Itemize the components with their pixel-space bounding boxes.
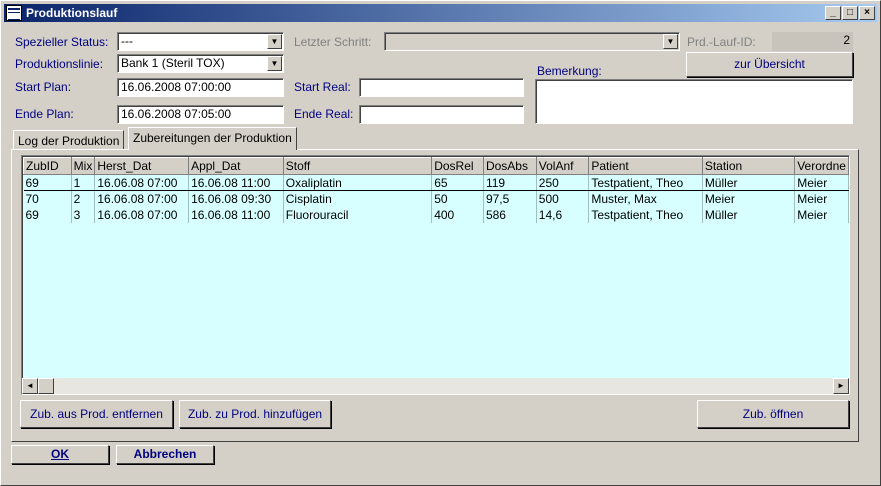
table-header: ZubID Mix Herst_Dat Appl_Dat Stoff DosRe… <box>23 157 849 175</box>
spezieller-status-label: Spezieller Status: <box>15 35 109 49</box>
zubereitungen-grid: ZubID Mix Herst_Dat Appl_Dat Stoff DosRe… <box>21 155 850 395</box>
table-cell: 119 <box>483 174 537 191</box>
table-cell: 16.06.08 09:30 <box>188 190 284 207</box>
table-cell: 65 <box>431 174 484 191</box>
table-cell: Cisplatin <box>283 190 433 207</box>
table-cell: Müller <box>702 206 796 223</box>
ende-real-field[interactable] <box>359 105 524 124</box>
table-cell: Testpatient, Theo <box>588 174 703 191</box>
scroll-thumb[interactable] <box>38 378 54 394</box>
column-header[interactable]: Verordne <box>794 157 849 175</box>
column-header[interactable]: VolAnf <box>535 157 590 175</box>
letzter-schritt-label: Letzter Schritt: <box>294 35 372 49</box>
table-cell: Meier <box>794 206 849 223</box>
form-icon <box>6 5 22 21</box>
table-cell: 250 <box>536 174 590 191</box>
open-zub-button[interactable]: Zub. öffnen <box>697 400 849 428</box>
table-cell: 1 <box>71 174 96 191</box>
spezieller-status-value: --- <box>121 34 133 48</box>
table-cell: Testpatient, Theo <box>588 206 703 223</box>
ende-plan-label: Ende Plan: <box>15 107 74 121</box>
dropdown-arrow-icon[interactable]: ▼ <box>663 34 678 49</box>
zur-uebersicht-button[interactable]: zur Übersicht <box>686 52 853 77</box>
column-header[interactable]: Stoff <box>282 157 433 175</box>
start-plan-field[interactable]: 16.06.2008 07:00:00 <box>117 78 284 97</box>
column-header[interactable]: Herst_Dat <box>94 157 190 175</box>
column-header[interactable]: DosRel <box>431 157 484 175</box>
table-row[interactable]: 70 2 16.06.08 07:00 16.06.08 09:30 Cispl… <box>23 190 849 207</box>
table-cell: 16.06.08 07:00 <box>94 174 190 191</box>
table-cell: Meier <box>702 190 796 207</box>
column-header[interactable]: Mix <box>70 157 96 175</box>
produktionslinie-select[interactable]: Bank 1 (Steril TOX) ▼ <box>117 54 284 73</box>
letzter-schritt-select[interactable]: ▼ <box>384 32 680 51</box>
table-cell: 2 <box>71 190 96 207</box>
start-plan-label: Start Plan: <box>15 80 72 94</box>
column-header[interactable]: DosAbs <box>482 157 537 175</box>
table-cell: 500 <box>536 190 590 207</box>
dropdown-arrow-icon[interactable]: ▼ <box>267 34 282 49</box>
table-cell: 69 <box>23 174 72 191</box>
horizontal-scrollbar[interactable]: ◄ ► <box>22 378 849 394</box>
table-cell: 16.06.08 11:00 <box>188 174 284 191</box>
table-cell: 14,6 <box>536 206 590 223</box>
produktionslinie-value: Bank 1 (Steril TOX) <box>121 56 225 70</box>
produktionslinie-label: Produktionslinie: <box>15 57 104 71</box>
window-title: Produktionslauf <box>26 6 118 20</box>
remove-zub-button[interactable]: Zub. aus Prod. entfernen <box>20 400 173 428</box>
cancel-button[interactable]: Abbrechen <box>116 445 214 464</box>
table-cell: Meier <box>794 190 849 207</box>
table-cell: 3 <box>71 206 96 223</box>
table-cell: 400 <box>431 206 484 223</box>
dropdown-arrow-icon[interactable]: ▼ <box>267 56 282 71</box>
tab-zubereitungen[interactable]: Zubereitungen der Produktion <box>128 127 297 150</box>
table-cell: 16.06.08 11:00 <box>188 206 284 223</box>
add-zub-button[interactable]: Zub. zu Prod. hinzufügen <box>179 400 331 428</box>
table-cell: 97,5 <box>483 190 537 207</box>
table-row[interactable]: 69 3 16.06.08 07:00 16.06.08 11:00 Fluor… <box>23 206 849 223</box>
start-real-label: Start Real: <box>294 80 351 94</box>
maximize-button[interactable]: □ <box>842 6 858 20</box>
window: Produktionslauf _ □ × Spezieller Status:… <box>0 0 881 486</box>
bemerkung-field[interactable] <box>535 79 853 124</box>
table-cell: Fluorouracil <box>283 206 433 223</box>
spezieller-status-select[interactable]: --- ▼ <box>117 32 284 51</box>
table-cell: Muster, Max <box>588 190 703 207</box>
prd-lauf-id-field: 2 <box>772 32 853 51</box>
table-cell: Oxaliplatin <box>283 174 433 191</box>
bemerkung-label: Bemerkung: <box>537 64 602 78</box>
ok-button[interactable]: OK <box>11 445 109 464</box>
table-cell: 69 <box>23 206 72 223</box>
table-cell: 586 <box>483 206 537 223</box>
table-cell: Müller <box>702 174 796 191</box>
column-header[interactable]: Appl_Dat <box>188 157 284 175</box>
table-cell: 70 <box>23 190 72 207</box>
column-header[interactable]: Station <box>701 157 796 175</box>
ende-plan-field[interactable]: 16.06.2008 07:05:00 <box>117 105 284 124</box>
tab-log[interactable]: Log der Produktion <box>13 130 125 149</box>
table-row[interactable]: 69 1 16.06.08 07:00 16.06.08 11:00 Oxali… <box>23 174 849 191</box>
minimize-button[interactable]: _ <box>825 6 841 20</box>
table-cell: Meier <box>794 174 849 191</box>
title-bar: Produktionslauf _ □ × <box>4 4 877 22</box>
table-cell: 16.06.08 07:00 <box>94 190 190 207</box>
start-real-field[interactable] <box>359 78 524 97</box>
table-cell: 16.06.08 07:00 <box>94 206 190 223</box>
scroll-right-icon[interactable]: ► <box>833 378 849 394</box>
zubereitungen-table: ZubID Mix Herst_Dat Appl_Dat Stoff DosRe… <box>23 157 849 223</box>
prd-lauf-id-label: Prd.-Lauf-ID: <box>687 35 756 49</box>
scroll-left-icon[interactable]: ◄ <box>22 378 38 394</box>
column-header[interactable]: ZubID <box>23 157 72 175</box>
ende-real-label: Ende Real: <box>294 107 354 121</box>
column-header[interactable]: Patient <box>588 157 703 175</box>
table-cell: 50 <box>431 190 484 207</box>
close-button[interactable]: × <box>859 6 875 20</box>
